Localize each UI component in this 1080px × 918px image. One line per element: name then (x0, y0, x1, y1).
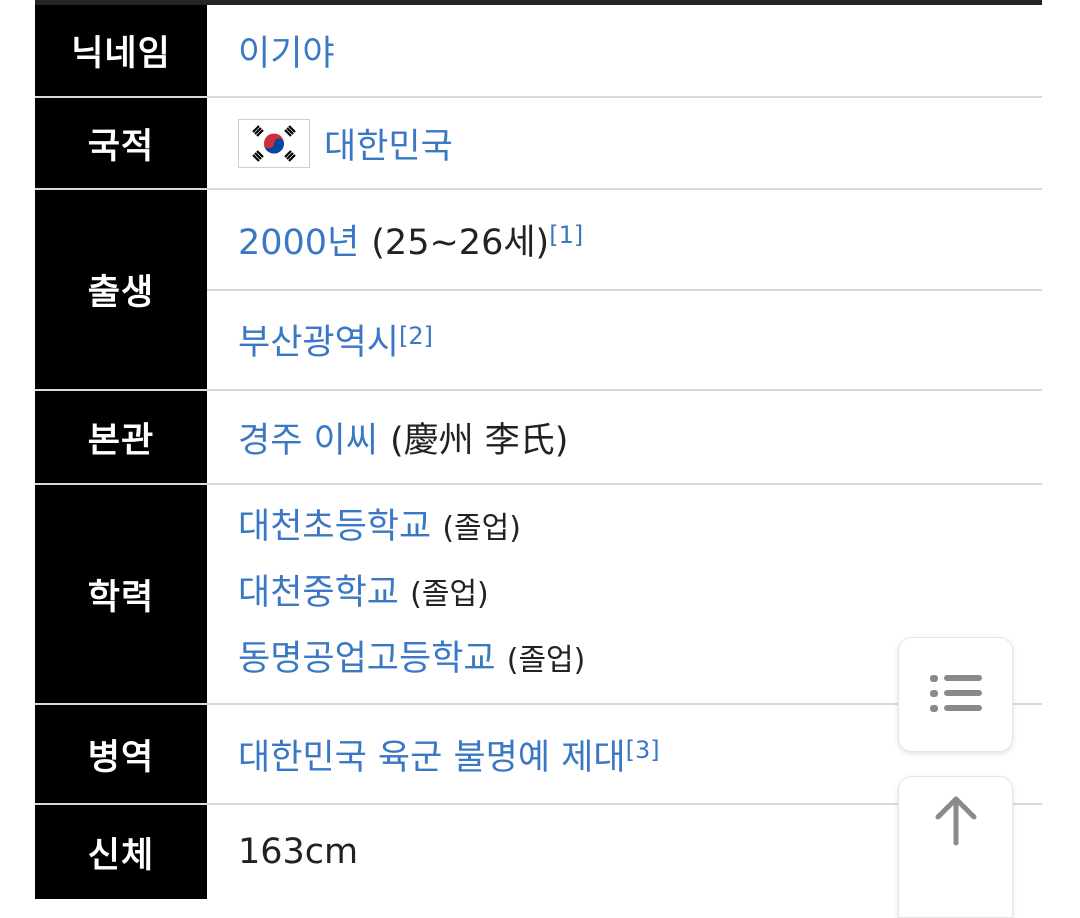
school-item: 대천중학교 (졸업) (238, 561, 489, 627)
list-icon (928, 670, 984, 720)
value-nationality: 대한민국 (207, 98, 1042, 190)
school-link[interactable]: 대천초등학교 (238, 507, 431, 547)
right-margin (1042, 0, 1080, 899)
label-education: 학력 (35, 485, 207, 705)
footnote-1[interactable]: [1] (549, 221, 583, 249)
clan-seat-hanja: (慶州 李氏) (389, 420, 569, 461)
footnote-2[interactable]: [2] (399, 322, 433, 350)
clan-seat-link[interactable]: 경주 이씨 (238, 412, 378, 463)
birth-year-link[interactable]: 2000년 (238, 214, 359, 265)
school-status: (졸업) (442, 511, 521, 546)
value-birthplace: 부산광역시 [2] (207, 291, 1042, 391)
south-korea-flag-icon (238, 118, 310, 168)
birthplace-link[interactable]: 부산광역시 (238, 314, 399, 365)
toc-button[interactable] (898, 637, 1013, 752)
left-margin (0, 0, 35, 899)
label-birth: 출생 (35, 190, 207, 391)
school-status: (졸업) (410, 577, 489, 612)
birth-age: (25~26세) (371, 222, 550, 263)
arrow-up-icon (932, 793, 980, 851)
row-body: 신체 163cm (35, 805, 1042, 899)
nickname-link[interactable]: 이기야 (238, 25, 335, 76)
value-clan-seat: 경주 이씨 (慶州 李氏) (207, 391, 1042, 485)
school-item: 대천초등학교 (졸업) (238, 495, 521, 561)
footnote-3[interactable]: [3] (626, 736, 660, 764)
label-nationality: 국적 (35, 98, 207, 190)
row-nationality: 국적 대한민국 (35, 98, 1042, 190)
label-body: 신체 (35, 805, 207, 899)
row-clan-seat: 본관 경주 이씨 (慶州 李氏) (35, 391, 1042, 485)
school-link[interactable]: 동명공업고등학교 (238, 639, 496, 679)
school-link[interactable]: 대천중학교 (238, 573, 399, 613)
profile-infobox: 닉네임 이기야 국적 대한민국 출생 2000년 (25~26세) [1] 부산… (35, 5, 1042, 899)
height-value: 163cm (238, 832, 359, 872)
school-item: 동명공업고등학교 (졸업) (238, 627, 585, 693)
row-nickname: 닉네임 이기야 (35, 5, 1042, 98)
value-birth-date: 2000년 (25~26세) [1] (207, 190, 1042, 291)
nationality-link[interactable]: 대한민국 (324, 118, 453, 169)
row-birth: 출생 2000년 (25~26세) [1] 부산광역시 [2] (35, 190, 1042, 391)
label-military-service: 병역 (35, 705, 207, 805)
row-education: 학력 대천초등학교 (졸업) 대천중학교 (졸업) 동명공업고등학교 (졸업) (35, 485, 1042, 705)
label-clan-seat: 본관 (35, 391, 207, 485)
label-nickname: 닉네임 (35, 5, 207, 98)
value-nickname: 이기야 (207, 5, 1042, 98)
scroll-top-button[interactable] (898, 776, 1013, 918)
school-status: (졸업) (506, 643, 586, 678)
military-service-link[interactable]: 대한민국 육군 불명예 제대 (238, 729, 626, 780)
row-military-service: 병역 대한민국 육군 불명예 제대 [3] (35, 705, 1042, 805)
